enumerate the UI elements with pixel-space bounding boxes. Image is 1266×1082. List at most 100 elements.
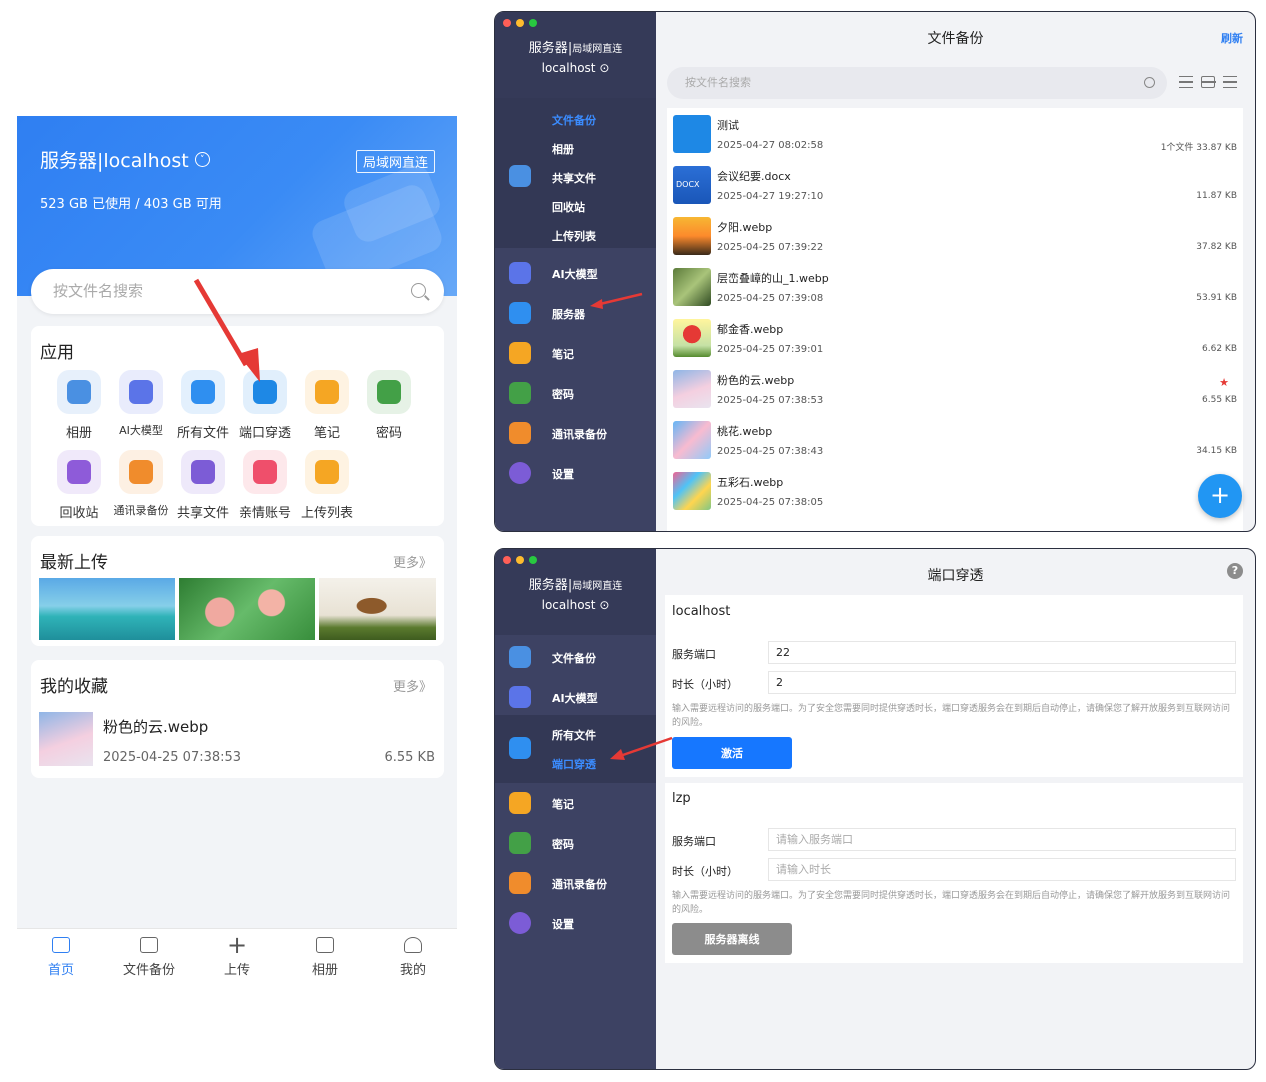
sidebar-item-ai[interactable]: AI大模型 (495, 257, 656, 291)
activate-button[interactable]: 激活 (672, 737, 792, 769)
server-offline-button[interactable]: 服务器离线 (672, 923, 792, 955)
app-glyph (129, 380, 153, 404)
app-lock[interactable]: 密码 (358, 370, 420, 441)
file-row[interactable]: 粉色的云.webp 2025-04-25 07:38:53 6.55 KB ★ (667, 363, 1243, 414)
star-icon[interactable]: ★ (1219, 376, 1229, 389)
tab-home[interactable]: 首页 (29, 937, 93, 978)
maximize-dot[interactable] (529, 556, 537, 564)
app-upload-list[interactable]: 上传列表 (296, 450, 358, 521)
tab-file-backup[interactable]: 文件备份 (117, 937, 181, 978)
search-icon[interactable] (411, 283, 426, 298)
duration-input[interactable] (768, 671, 1236, 694)
port-input[interactable] (768, 641, 1236, 664)
sidebar-item-password[interactable]: 密码 (495, 827, 656, 861)
sidebar-item-recycle[interactable]: 回收站 (552, 199, 585, 215)
sidebar-item-notes[interactable]: 笔记 (495, 337, 656, 371)
app-trash[interactable]: 回收站 (48, 450, 110, 521)
image-thumbnail (673, 421, 711, 459)
sidebar-item-all-files[interactable]: 所有文件 (552, 727, 596, 743)
close-dot[interactable] (503, 556, 511, 564)
sidebar-item-password[interactable]: 密码 (495, 377, 656, 411)
refresh-button[interactable]: 刷新 (1221, 30, 1243, 46)
file-row[interactable]: 层峦叠嶂的山_1.webp 2025-04-25 07:39:08 53.91 KB (667, 261, 1243, 312)
sidebar-item-file-backup[interactable]: 文件备份 (495, 641, 656, 675)
storage-usage: 523 GB 已使用 / 403 GB 可用 (40, 197, 222, 212)
search-icon[interactable] (1144, 77, 1155, 88)
sidebar-label: 密码 (552, 388, 574, 401)
app-share[interactable]: 共享文件 (172, 450, 234, 521)
app-family[interactable]: 亲情账号 (234, 450, 296, 521)
sidebar-item-upload-list[interactable]: 上传列表 (552, 228, 596, 244)
sidebar-item-settings[interactable]: 设置 (495, 907, 656, 941)
add-button[interactable]: + (1198, 474, 1242, 518)
sidebar-item-album[interactable]: 相册 (552, 141, 574, 157)
file-row[interactable]: 五彩石.webp 2025-04-25 07:38:05 (667, 465, 1243, 516)
favorites-section: 我的收藏 更多》 粉色的云.webp 2025-04-25 07:38:53 6… (31, 660, 444, 778)
maximize-dot[interactable] (529, 19, 537, 27)
favorites-more-link[interactable]: 更多》 (393, 676, 432, 695)
sidebar-label: 笔记 (552, 348, 574, 361)
tab-label: 我的 (399, 963, 426, 978)
hint-text: 输入需要远程访问的服务端口。为了安全您需要同时提供穿透时长，端口穿透服务会在到期… (672, 704, 1231, 728)
file-row[interactable]: 夕阳.webp 2025-04-25 07:39:22 37.82 KB (667, 210, 1243, 261)
sort-icon[interactable] (1223, 76, 1237, 88)
port-input[interactable] (768, 828, 1236, 851)
tab-upload[interactable]: + 上传 (205, 933, 269, 978)
page-title: 文件备份 (927, 31, 984, 47)
sidebar-item-ai[interactable]: AI大模型 (495, 681, 656, 715)
file-size: 53.91 KB (1196, 293, 1237, 303)
list-view-icon[interactable] (1179, 76, 1193, 88)
search-input[interactable] (51, 281, 391, 301)
file-date: 2025-04-25 07:39:22 (717, 242, 824, 253)
help-icon[interactable]: ? (1227, 563, 1243, 579)
server-title[interactable]: 服务器|localhost ˅ (40, 146, 210, 173)
file-row[interactable]: 桃花.webp 2025-04-25 07:38:43 34.15 KB (667, 414, 1243, 465)
minimize-dot[interactable] (516, 19, 524, 27)
app-label: 共享文件 (176, 506, 229, 521)
app-label: 端口穿透 (238, 426, 291, 441)
host-selector[interactable]: localhost ⊙ (495, 61, 656, 75)
app-label: 上传列表 (300, 506, 353, 521)
search-input[interactable] (683, 75, 1103, 90)
new-folder-icon[interactable] (1201, 76, 1216, 88)
sidebar-title: 服务器|局域网直连 (528, 578, 623, 593)
file-row[interactable]: 郁金香.webp 2025-04-25 07:39:01 6.62 KB (667, 312, 1243, 363)
trash-icon (57, 450, 101, 494)
sidebar-item-shared[interactable]: 共享文件 (552, 170, 596, 186)
sidebar-item-settings[interactable]: 设置 (495, 457, 656, 491)
app-folder[interactable]: 所有文件 (172, 370, 234, 441)
app-globe[interactable]: 端口穿透 (234, 370, 296, 441)
recent-more-link[interactable]: 更多》 (393, 552, 432, 571)
ai-icon (119, 370, 163, 414)
favorites-heading: 我的收藏 (40, 677, 108, 697)
page-title: 端口穿透 (927, 568, 984, 584)
panel-host: localhost (672, 604, 731, 619)
close-dot[interactable] (503, 19, 511, 27)
app-photo[interactable]: 相册 (48, 370, 110, 441)
folder-icon (509, 302, 531, 324)
host-selector[interactable]: localhost ⊙ (495, 598, 656, 612)
search-bar[interactable] (31, 269, 444, 314)
recent-thumb-mushroom[interactable] (319, 578, 436, 640)
sidebar-item-notes[interactable]: 笔记 (495, 787, 656, 821)
recent-thumb-sea[interactable] (39, 578, 175, 640)
app-contacts[interactable]: 通讯录备份 (110, 450, 172, 518)
file-row[interactable]: 测试 2025-04-27 08:02:58 1个文件 33.87 KB (667, 108, 1243, 159)
sidebar-item-file-backup[interactable]: 文件备份 (552, 112, 596, 128)
search-bar[interactable] (667, 67, 1167, 99)
tab-me[interactable]: 我的 (381, 937, 445, 978)
tab-album[interactable]: 相册 (293, 937, 357, 978)
sidebar-item-contacts[interactable]: 通讯录备份 (495, 867, 656, 901)
recent-thumb-peach[interactable] (179, 578, 315, 640)
sidebar-item-port-forwarding[interactable]: 端口穿透 (552, 756, 596, 772)
home-icon (52, 937, 70, 953)
sidebar-item-server[interactable]: 服务器 (495, 297, 656, 331)
file-row[interactable]: DOCX 会议纪要.docx 2025-04-27 19:27:10 11.87 KB (667, 159, 1243, 210)
sidebar-item-contacts[interactable]: 通讯录备份 (495, 417, 656, 451)
app-label: AI大模型 (119, 424, 163, 437)
file-name: 五彩石.webp (717, 476, 784, 489)
app-ai[interactable]: AI大模型 (110, 370, 172, 438)
duration-input[interactable] (768, 858, 1236, 881)
minimize-dot[interactable] (516, 556, 524, 564)
app-note[interactable]: 笔记 (296, 370, 358, 441)
